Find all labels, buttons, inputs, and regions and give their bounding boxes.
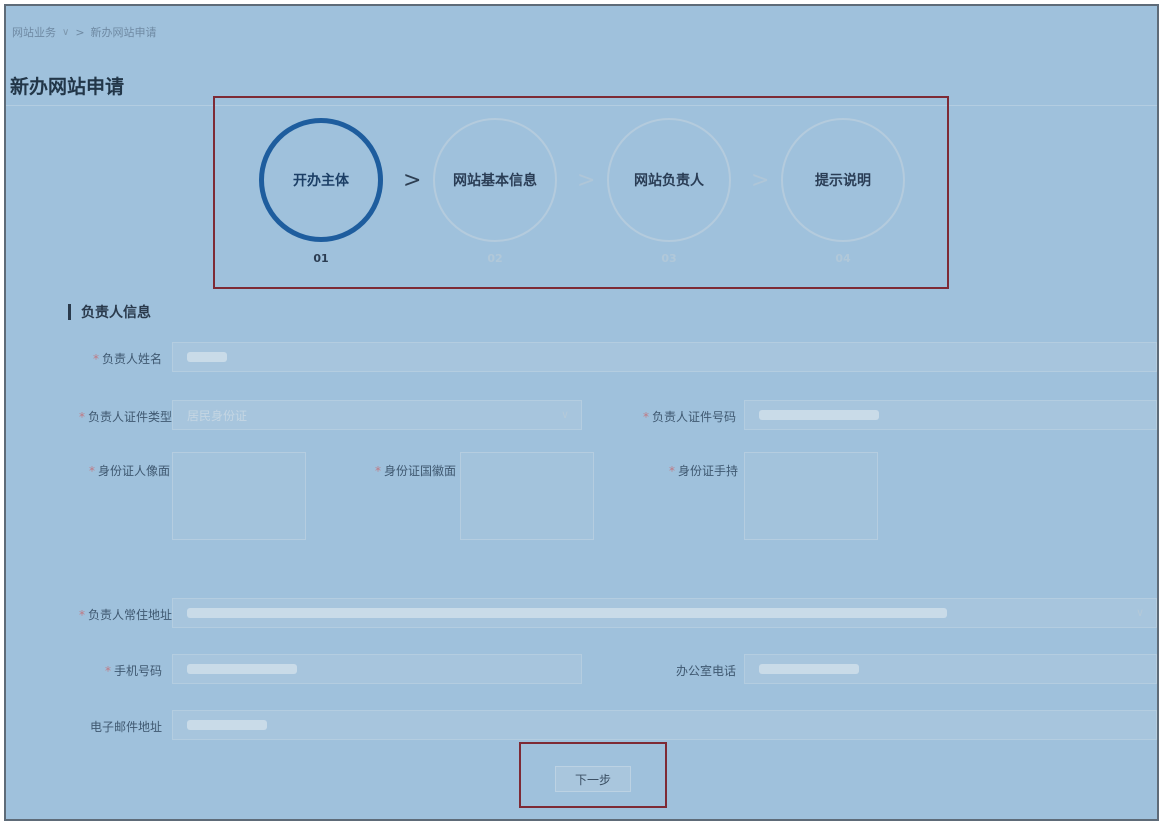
required-mark: * — [92, 352, 99, 366]
step-1-circle: 开办主体 — [259, 118, 383, 242]
section-title-text: 负责人信息 — [81, 305, 151, 321]
redacted-value — [187, 608, 947, 618]
required-mark: * — [668, 464, 675, 478]
breadcrumb-current: 新办网站申请 — [90, 26, 157, 39]
chevron-down-icon: ∨ — [560, 408, 569, 421]
breadcrumb-separator: > — [75, 25, 85, 39]
redacted-value — [187, 720, 267, 730]
required-mark: * — [78, 608, 85, 622]
name-label: * 负责人姓名 — [92, 352, 162, 366]
section-title: 负责人信息 — [68, 302, 151, 322]
step-2-circle: 网站基本信息 — [433, 118, 557, 242]
address-select[interactable]: ∨ — [172, 598, 1157, 628]
section-bar — [68, 304, 71, 320]
step-4[interactable]: 提示说明 04 — [781, 118, 905, 265]
step-3-number: 03 — [661, 252, 677, 265]
step-3-circle: 网站负责人 — [607, 118, 731, 242]
chevron-down-icon[interactable]: ∨ — [62, 27, 69, 38]
next-button[interactable]: 下一步 — [555, 766, 631, 792]
mobile-input[interactable] — [172, 654, 582, 684]
office-phone-label: 办公室电话 — [675, 664, 736, 678]
required-mark: * — [374, 464, 381, 478]
name-input[interactable] — [172, 342, 1157, 372]
address-label: * 负责人常住地址 — [78, 608, 172, 622]
redacted-value — [187, 664, 297, 674]
id-back-upload[interactable] — [460, 452, 594, 540]
step-4-number: 04 — [835, 252, 851, 265]
id-hold-label: * 身份证手持 — [668, 464, 738, 478]
chevron-right-icon: > — [577, 168, 596, 193]
redacted-value — [759, 664, 859, 674]
required-mark: * — [104, 664, 111, 678]
id-type-select[interactable]: 居民身份证 ∨ — [172, 400, 582, 430]
steps-highlight-box: 开办主体 01 > 网站基本信息 02 > 网站负责人 03 > 提示说明 04 — [213, 96, 949, 289]
step-1-number: 01 — [313, 252, 329, 265]
step-1-label: 开办主体 — [293, 173, 349, 189]
step-1[interactable]: 开办主体 01 — [259, 118, 383, 265]
required-mark: * — [88, 464, 95, 478]
id-front-label: * 身份证人像面 — [88, 464, 170, 478]
email-input[interactable] — [172, 710, 1157, 740]
breadcrumb: 网站业务 ∨ > 新办网站申请 — [12, 24, 157, 40]
page-title: 新办网站申请 — [10, 76, 125, 98]
chevron-right-icon: > — [751, 168, 770, 193]
step-4-label: 提示说明 — [815, 173, 871, 189]
mobile-label: * 手机号码 — [104, 664, 162, 678]
chevron-down-icon: ∨ — [1135, 606, 1144, 619]
step-2-number: 02 — [487, 252, 503, 265]
step-2-label: 网站基本信息 — [453, 173, 537, 189]
id-number-input[interactable] — [744, 400, 1157, 430]
id-front-upload[interactable] — [172, 452, 306, 540]
required-mark: * — [642, 410, 649, 424]
id-number-label: * 负责人证件号码 — [642, 410, 736, 424]
step-2[interactable]: 网站基本信息 02 — [433, 118, 557, 265]
office-phone-input[interactable] — [744, 654, 1157, 684]
app-frame: 网站业务 ∨ > 新办网站申请 新办网站申请 开办主体 01 > 网站基本信息 … — [4, 4, 1159, 821]
id-hold-upload[interactable] — [744, 452, 878, 540]
id-type-value: 居民身份证 — [187, 408, 248, 423]
id-type-label: * 负责人证件类型 — [78, 410, 172, 424]
chevron-right-icon: > — [403, 168, 422, 193]
required-mark: * — [78, 410, 85, 424]
step-3[interactable]: 网站负责人 03 — [607, 118, 731, 265]
next-highlight-box: 下一步 — [519, 742, 667, 808]
step-3-label: 网站负责人 — [634, 173, 704, 189]
id-back-label: * 身份证国徽面 — [374, 464, 456, 478]
redacted-value — [759, 410, 879, 420]
breadcrumb-parent[interactable]: 网站业务 — [12, 24, 56, 40]
scrollbar-thumb[interactable] — [418, 820, 428, 821]
email-label: 电子邮件地址 — [89, 720, 162, 734]
redacted-value — [187, 352, 227, 362]
step-4-circle: 提示说明 — [781, 118, 905, 242]
